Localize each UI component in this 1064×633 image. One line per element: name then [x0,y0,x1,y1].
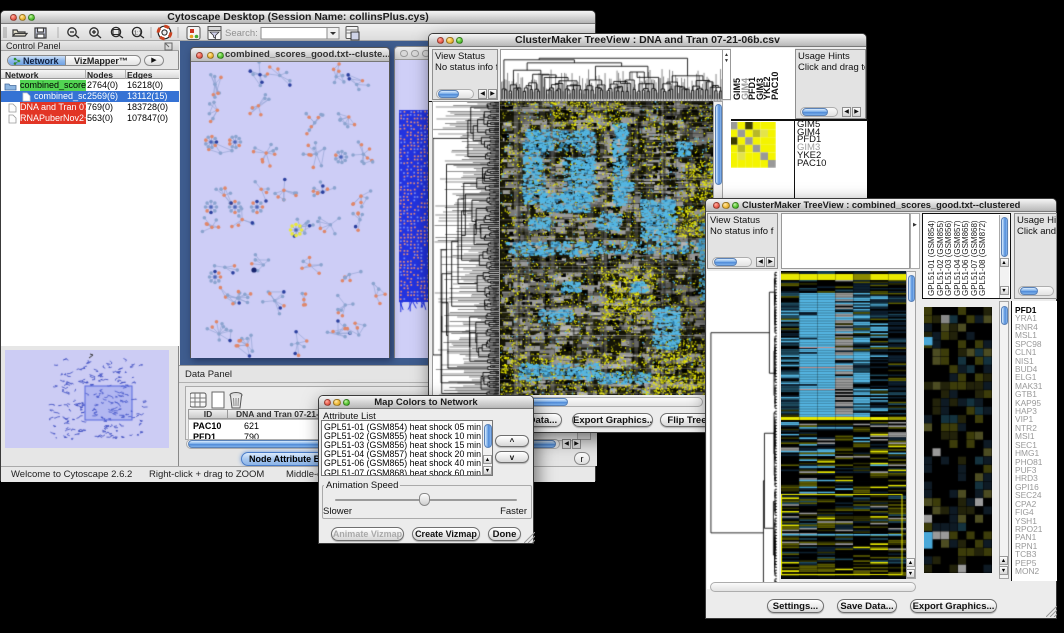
svg-text:1:1: 1:1 [134,31,142,37]
svg-text:Search:: Search: [225,28,258,39]
